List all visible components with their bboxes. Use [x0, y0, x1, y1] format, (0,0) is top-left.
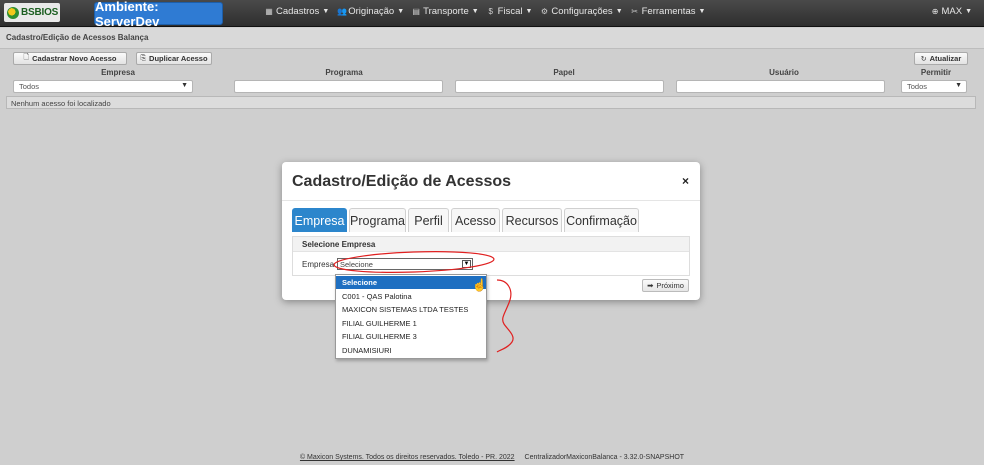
- version-text: CentralizadorMaxiconBalanca - 3.32.0-SNA…: [524, 454, 685, 461]
- copyright-link[interactable]: © Maxicon Systems. Todos os direitos res…: [300, 454, 515, 461]
- red-annotation-marks: [333, 251, 514, 353]
- footer: © Maxicon Systems. Todos os direitos res…: [0, 454, 984, 461]
